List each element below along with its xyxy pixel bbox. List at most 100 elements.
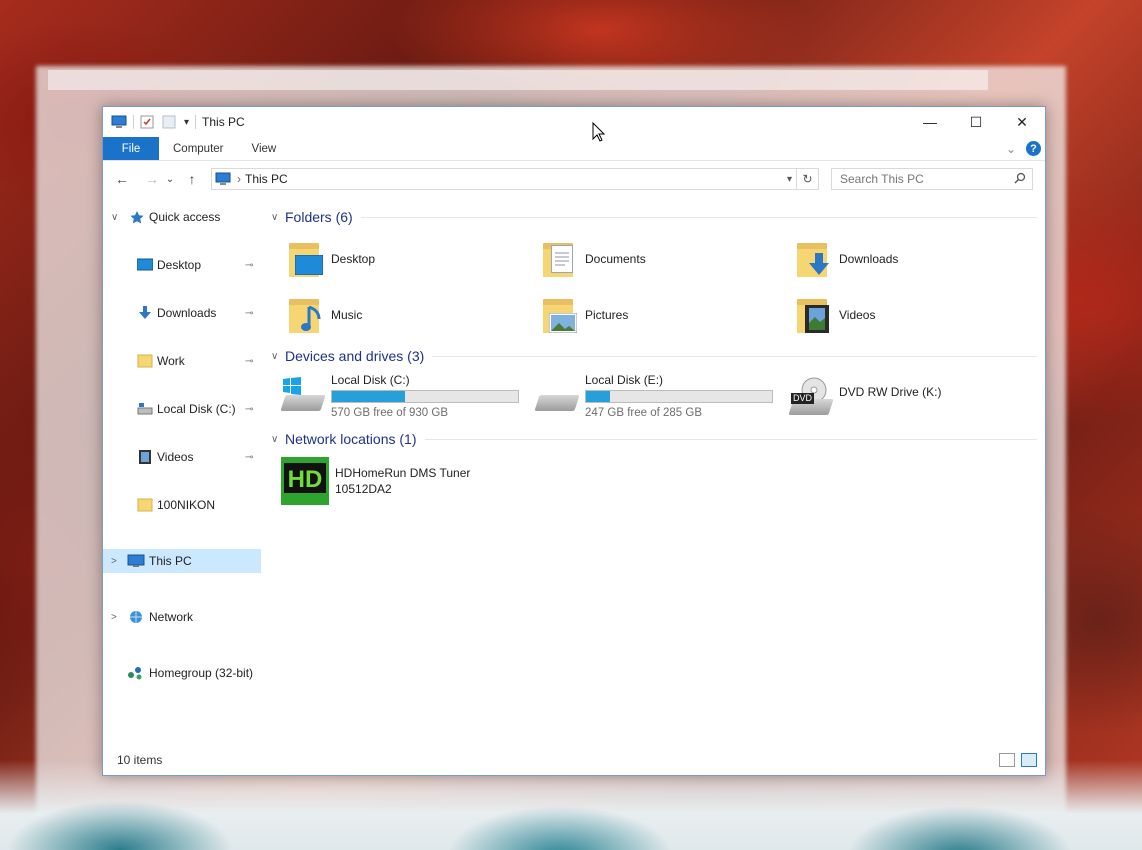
- sidebar-item-label: Network: [149, 610, 194, 624]
- search-input[interactable]: Search This PC: [831, 168, 1033, 190]
- tab-view[interactable]: View: [238, 137, 291, 160]
- drive-tile-dvd-rw-k[interactable]: DVD DVD RW Drive (K:): [788, 373, 941, 417]
- pin-icon: ⊸: [245, 355, 254, 367]
- folder-tile-desktop[interactable]: Desktop: [285, 239, 375, 279]
- new-folder-icon[interactable]: [162, 115, 178, 129]
- group-header-drives[interactable]: ∨ Devices and drives (3): [271, 345, 1037, 367]
- sidebar-item-videos[interactable]: Videos ⊸: [103, 445, 261, 469]
- item-count: 10 items: [117, 753, 163, 767]
- content-pane: ∨ Folders (6) Desktop Documents Download…: [267, 205, 1045, 745]
- customize-toolbar-icon[interactable]: ▾: [184, 117, 189, 128]
- drive-icon: [534, 377, 580, 417]
- group-header-network[interactable]: ∨ Network locations (1): [271, 428, 1037, 450]
- videos-folder-icon: [793, 295, 833, 335]
- sidebar-item-work[interactable]: Work ⊸: [103, 349, 261, 373]
- tile-label: HDHomeRun DMS Tuner: [335, 466, 471, 480]
- sidebar-item-homegroup[interactable]: Homegroup (32-bit): [103, 661, 261, 685]
- folder-tile-documents[interactable]: Documents: [539, 239, 646, 279]
- sidebar-item-downloads[interactable]: Downloads ⊸: [103, 301, 261, 325]
- minimize-button[interactable]: —: [907, 107, 953, 137]
- toolbar-separator: [133, 115, 134, 129]
- expand-chevron-icon[interactable]: >: [111, 556, 117, 567]
- drive-tile-local-disk-e[interactable]: Local Disk (E:) 247 GB free of 285 GB: [534, 373, 773, 420]
- star-icon: [129, 210, 145, 224]
- large-icons-view-icon[interactable]: [1021, 753, 1037, 767]
- hdhomerun-icon: HD: [281, 457, 329, 505]
- address-bar[interactable]: › This PC ▾: [211, 168, 797, 190]
- help-icon[interactable]: ?: [1026, 141, 1041, 156]
- sidebar-item-label: Homegroup (32-bit): [149, 666, 254, 680]
- network-tile-hdhomerun[interactable]: HD HDHomeRun DMS Tuner 10512DA2: [281, 457, 470, 505]
- collapse-chevron-icon[interactable]: ∨: [271, 351, 285, 362]
- details-view-icon[interactable]: [999, 753, 1015, 767]
- up-button[interactable]: ↑: [181, 171, 203, 187]
- desktop-icon: [136, 258, 154, 272]
- pin-icon: ⊸: [245, 259, 254, 271]
- drive-name: DVD RW Drive (K:): [839, 385, 942, 399]
- folder-tile-pictures[interactable]: Pictures: [539, 295, 628, 335]
- search-icon: [1014, 172, 1026, 187]
- sidebar-item-network[interactable]: > Network: [103, 605, 261, 629]
- drive-info: Local Disk (E:) 247 GB free of 285 GB: [585, 373, 773, 420]
- computer-icon: [215, 172, 231, 186]
- drive-tile-local-disk-c[interactable]: Local Disk (C:) 570 GB free of 930 GB: [280, 373, 519, 420]
- collapse-chevron-icon[interactable]: ∨: [271, 212, 285, 223]
- drive-info: Local Disk (C:) 570 GB free of 930 GB: [331, 373, 519, 420]
- sidebar-item-100nikon[interactable]: 100NIKON: [103, 493, 261, 517]
- folder-tile-videos[interactable]: Videos: [793, 295, 875, 335]
- explorer-window: ▾ This PC — ☐ ✕ File Computer View ⌄ ? ←…: [102, 106, 1046, 776]
- properties-icon[interactable]: [140, 115, 156, 129]
- computer-icon: [127, 554, 145, 568]
- network-icon: [127, 610, 143, 624]
- expand-chevron-icon[interactable]: >: [111, 612, 117, 623]
- drive-free-space: 570 GB free of 930 GB: [331, 407, 448, 419]
- folder-tile-downloads[interactable]: Downloads: [793, 239, 898, 279]
- drive-info: DVD RW Drive (K:): [839, 385, 941, 399]
- computer-icon[interactable]: [111, 115, 127, 129]
- quick-access-toolbar: ▾: [103, 115, 197, 129]
- background-window-ghost-titlebar: [48, 70, 988, 90]
- sidebar-item-this-pc[interactable]: > This PC: [103, 549, 261, 573]
- tile-label: Videos: [839, 308, 876, 322]
- sidebar-item-label: Work: [157, 354, 185, 368]
- pictures-folder-icon: [539, 295, 579, 335]
- dvd-badge: DVD: [791, 393, 815, 404]
- sidebar-item-quick-access[interactable]: ∨ Quick access: [103, 205, 261, 229]
- music-folder-icon: [285, 295, 325, 335]
- search-placeholder: Search This PC: [840, 172, 924, 186]
- expand-chevron-icon[interactable]: ∨: [111, 212, 118, 223]
- address-dropdown-icon[interactable]: ▾: [787, 174, 792, 185]
- sidebar-item-local-disk-c[interactable]: Local Disk (C:) ⊸: [103, 397, 261, 421]
- close-button[interactable]: ✕: [999, 107, 1045, 137]
- mouse-cursor-icon: [592, 122, 606, 142]
- group-header-folders[interactable]: ∨ Folders (6): [271, 206, 1037, 228]
- back-button[interactable]: ←: [111, 171, 133, 187]
- navigation-bar: ← → ⌄ ↑ › This PC ▾ ↻ Search This PC: [103, 161, 1045, 197]
- maximize-button[interactable]: ☐: [953, 107, 999, 137]
- tile-label: Music: [331, 308, 363, 322]
- expand-ribbon-icon[interactable]: ⌄: [1006, 142, 1016, 156]
- sidebar-item-label: Quick access: [149, 210, 221, 224]
- tile-label: Pictures: [585, 308, 629, 322]
- sidebar-item-label: 100NIKON: [157, 498, 216, 512]
- pin-icon: ⊸: [245, 403, 254, 415]
- breadcrumb-this-pc[interactable]: This PC: [245, 172, 288, 186]
- group-divider: [424, 438, 1037, 440]
- recent-locations-button[interactable]: ⌄: [163, 174, 177, 185]
- drive-usage-bar: [331, 390, 519, 403]
- refresh-button[interactable]: ↻: [797, 168, 819, 190]
- windows-drive-icon: [280, 377, 326, 417]
- desktop-folder-icon: [285, 239, 325, 279]
- view-toggle: [999, 753, 1037, 767]
- group-divider: [432, 355, 1037, 357]
- sidebar-item-desktop[interactable]: Desktop ⊸: [103, 253, 261, 277]
- pin-icon: ⊸: [245, 307, 254, 319]
- tab-file[interactable]: File: [103, 137, 159, 160]
- sidebar-item-label: Local Disk (C:): [157, 402, 236, 416]
- folder-tile-music[interactable]: Music: [285, 295, 362, 335]
- tab-computer[interactable]: Computer: [159, 137, 238, 160]
- sidebar-item-label: Desktop: [157, 258, 202, 272]
- folder-icon: [137, 354, 153, 368]
- forward-button[interactable]: →: [141, 171, 163, 187]
- collapse-chevron-icon[interactable]: ∨: [271, 434, 285, 445]
